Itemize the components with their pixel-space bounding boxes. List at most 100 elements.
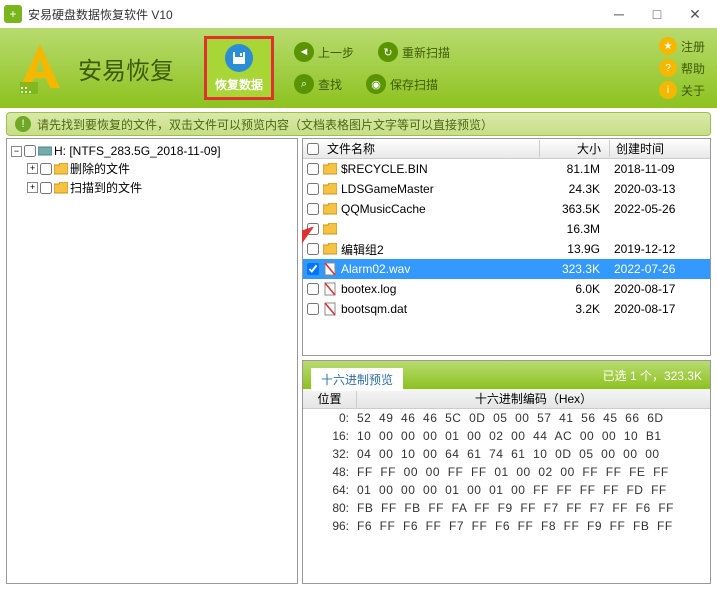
- file-header: 文件名称 大小 创建时间: [303, 139, 710, 159]
- file-row[interactable]: Alarm02.wav323.3K2022-07-26: [303, 259, 710, 279]
- file-icon: [323, 302, 339, 316]
- rescan-button[interactable]: ↻ 重新扫描: [378, 42, 450, 62]
- col-size[interactable]: 大小: [540, 140, 610, 157]
- file-row[interactable]: 编辑组213.9G2019-12-12: [303, 239, 710, 259]
- close-button[interactable]: ✕: [685, 4, 705, 24]
- hex-col-pos: 位置: [303, 389, 357, 408]
- collapse-icon[interactable]: −: [11, 146, 22, 157]
- tree-checkbox[interactable]: [40, 163, 52, 175]
- file-name: 编辑组2: [341, 241, 538, 258]
- tree-panel: − H: [NTFS_283.5G_2018-11-09] + 删除的文件 + …: [6, 138, 298, 584]
- file-checkbox[interactable]: [307, 223, 319, 235]
- app-window: + 安易硬盘数据恢复软件 V10 ─ □ ✕ 安易恢复 恢复数据 ◄ 上一步: [0, 0, 717, 590]
- hex-row: 32:04 00 10 00 64 61 74 61 10 0D 05 00 0…: [303, 445, 710, 463]
- recover-label: 恢复数据: [215, 76, 263, 93]
- selection-status: 已选 1 个，323.3K: [603, 367, 702, 384]
- file-checkbox[interactable]: [307, 283, 319, 295]
- col-name[interactable]: 文件名称: [323, 140, 540, 157]
- hex-panel: 十六进制预览 已选 1 个，323.3K 位置 十六进制编码（Hex） 0:52…: [302, 360, 711, 584]
- file-time: 2020-08-17: [608, 302, 708, 316]
- file-row[interactable]: $RECYCLE.BIN81.1M2018-11-09: [303, 159, 710, 179]
- back-icon: ◄: [294, 42, 314, 62]
- register-button[interactable]: ★ 注册: [659, 37, 705, 55]
- help-icon: ?: [659, 59, 677, 77]
- hex-tab[interactable]: 十六进制预览: [311, 368, 403, 391]
- file-name: QQMusicCache: [341, 202, 538, 216]
- save-scan-button[interactable]: ◉ 保存扫描: [366, 74, 438, 94]
- file-row[interactable]: bootsqm.dat3.2K2020-08-17: [303, 299, 710, 319]
- hex-offset: 80:: [303, 499, 357, 517]
- find-button[interactable]: ⌕ 查找: [294, 74, 342, 94]
- file-checkbox[interactable]: [307, 243, 319, 255]
- folder-icon: [323, 183, 339, 195]
- logo-area: 安易恢复: [12, 40, 174, 96]
- file-size: 13.9G: [538, 242, 608, 256]
- tree-label: 扫描到的文件: [70, 179, 142, 196]
- hex-bytes: 52 49 46 46 5C 0D 05 00 57 41 56 45 66 6…: [357, 409, 710, 427]
- file-checkbox[interactable]: [307, 263, 319, 275]
- file-time: 2019-12-12: [608, 242, 708, 256]
- file-size: 16.3M: [538, 222, 608, 236]
- maximize-button[interactable]: □: [647, 4, 667, 24]
- file-size: 3.2K: [538, 302, 608, 316]
- folder-icon: [54, 182, 68, 194]
- hex-row: 48:FF FF 00 00 FF FF 01 00 02 00 FF FF F…: [303, 463, 710, 481]
- recover-button[interactable]: 恢复数据: [204, 36, 274, 100]
- file-row[interactable]: QQMusicCache363.5K2022-05-26: [303, 199, 710, 219]
- about-button[interactable]: i 关于: [659, 81, 705, 99]
- tree-label: 删除的文件: [70, 160, 130, 177]
- file-time: 2020-03-13: [608, 182, 708, 196]
- file-checkbox[interactable]: [307, 203, 319, 215]
- file-list[interactable]: $RECYCLE.BIN81.1M2018-11-09LDSGameMaster…: [303, 159, 710, 355]
- logo-icon: [12, 40, 68, 96]
- logo-text: 安易恢复: [78, 51, 174, 86]
- tree-deleted[interactable]: + 删除的文件: [11, 159, 293, 178]
- info-icon: !: [15, 116, 31, 132]
- folder-icon: [54, 163, 68, 175]
- file-time: 2020-08-17: [608, 282, 708, 296]
- minimize-button[interactable]: ─: [609, 4, 629, 24]
- tree-scanned[interactable]: + 扫描到的文件: [11, 178, 293, 197]
- refresh-icon: ↻: [378, 42, 398, 62]
- hex-bytes: 10 00 00 00 01 00 02 00 44 AC 00 00 10 B…: [357, 427, 710, 445]
- file-row[interactable]: LDSGameMaster24.3K2020-03-13: [303, 179, 710, 199]
- hex-grid[interactable]: 位置 十六进制编码（Hex） 0:52 49 46 46 5C 0D 05 00…: [303, 389, 710, 583]
- disk-icon: ◉: [366, 74, 386, 94]
- file-icon: [323, 282, 339, 296]
- select-all-checkbox[interactable]: [307, 143, 319, 155]
- hex-bytes: FF FF 00 00 FF FF 01 00 02 00 FF FF FE F…: [357, 463, 710, 481]
- hex-offset: 48:: [303, 463, 357, 481]
- right-column: 文件名称 大小 创建时间 $RECYCLE.BIN81.1M2018-11-09…: [302, 138, 711, 584]
- file-time: 2022-05-26: [608, 202, 708, 216]
- hex-row: 80:FB FF FB FF FA FF F9 FF F7 FF F7 FF F…: [303, 499, 710, 517]
- window-title: 安易硬盘数据恢复软件 V10: [28, 6, 609, 23]
- file-checkbox[interactable]: [307, 303, 319, 315]
- info-icon: i: [659, 81, 677, 99]
- hex-bytes: F6 FF F6 FF F7 FF F6 FF F8 FF F9 FF FB F…: [357, 517, 710, 535]
- col-time[interactable]: 创建时间: [610, 140, 710, 157]
- hint-bar: ! 请先找到要恢复的文件，双击文件可以预览内容（文档表格图片文字等可以直接预览）: [6, 112, 711, 136]
- file-size: 6.0K: [538, 282, 608, 296]
- file-icon: [323, 262, 339, 276]
- help-button[interactable]: ? 帮助: [659, 59, 705, 77]
- hex-row: 0:52 49 46 46 5C 0D 05 00 57 41 56 45 66…: [303, 409, 710, 427]
- hex-col-data: 十六进制编码（Hex）: [357, 389, 710, 408]
- hex-bytes: FB FF FB FF FA FF F9 FF F7 FF F7 FF F6 F…: [357, 499, 710, 517]
- prev-button[interactable]: ◄ 上一步: [294, 42, 354, 62]
- hex-bytes: 01 00 00 00 01 00 01 00 FF FF FF FF FD F…: [357, 481, 710, 499]
- expand-icon[interactable]: +: [27, 182, 38, 193]
- file-checkbox[interactable]: [307, 183, 319, 195]
- tree-root[interactable]: − H: [NTFS_283.5G_2018-11-09]: [11, 143, 293, 159]
- hex-row: 96:F6 FF F6 FF F7 FF F6 FF F8 FF F9 FF F…: [303, 517, 710, 535]
- file-time: 2018-11-09: [608, 162, 708, 176]
- tree-checkbox[interactable]: [24, 145, 36, 157]
- key-icon: ★: [659, 37, 677, 55]
- folder-icon: [323, 163, 339, 175]
- file-row[interactable]: 16.3M: [303, 219, 710, 239]
- file-row[interactable]: bootex.log6.0K2020-08-17: [303, 279, 710, 299]
- file-checkbox[interactable]: [307, 163, 319, 175]
- tree-checkbox[interactable]: [40, 182, 52, 194]
- expand-icon[interactable]: +: [27, 163, 38, 174]
- hex-offset: 0:: [303, 409, 357, 427]
- file-panel: 文件名称 大小 创建时间 $RECYCLE.BIN81.1M2018-11-09…: [302, 138, 711, 356]
